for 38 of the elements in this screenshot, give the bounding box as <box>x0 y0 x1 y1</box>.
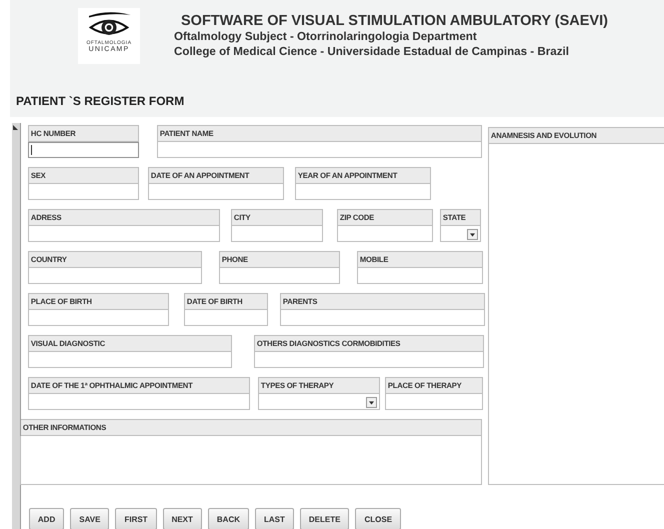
dropdown-field[interactable] <box>440 226 481 242</box>
input-field[interactable] <box>336 226 433 242</box>
text-cursor <box>30 145 32 155</box>
triangle-icon <box>13 125 18 130</box>
form-button[interactable]: FIRST <box>115 508 157 529</box>
input-field[interactable] <box>28 142 139 158</box>
form-button[interactable]: LAST <box>255 508 294 529</box>
subtitle: College of Medical Cience - Universidade Estadual de Campinas - Brazil <box>174 44 570 59</box>
input-field[interactable] <box>230 226 323 242</box>
input-field[interactable] <box>184 310 268 326</box>
text-area[interactable] <box>488 144 664 485</box>
text-area[interactable] <box>20 436 482 485</box>
input-field[interactable] <box>384 394 483 410</box>
input-field[interactable] <box>148 184 284 200</box>
form-button[interactable]: CLOSE <box>355 508 402 529</box>
form-button[interactable]: BACK <box>208 508 250 529</box>
dropdown-field[interactable] <box>258 394 380 410</box>
input-field[interactable] <box>28 268 202 284</box>
input-field[interactable] <box>28 394 250 410</box>
input-field[interactable] <box>28 226 220 242</box>
app-title: SOFTWARE OF VISUAL STIMULATION AMBULATORY (SAEVI) <box>181 13 608 29</box>
form-button[interactable]: NEXT <box>162 508 202 529</box>
input-field[interactable] <box>294 184 431 200</box>
input-field[interactable] <box>156 142 482 158</box>
input-field[interactable] <box>28 352 232 368</box>
input-field[interactable] <box>254 352 484 368</box>
caret-icon[interactable] <box>366 397 377 408</box>
input-field[interactable] <box>218 268 340 284</box>
form-button[interactable]: SAVE <box>70 508 110 529</box>
input-field[interactable] <box>28 184 139 200</box>
form-button[interactable]: DELETE <box>300 508 350 529</box>
form-button[interactable]: ADD <box>28 508 64 529</box>
caret-icon[interactable] <box>466 229 478 240</box>
input-field[interactable] <box>280 310 485 326</box>
input-field[interactable] <box>356 268 483 284</box>
input-field[interactable] <box>28 310 169 326</box>
subtitle: Oftalmology Subject - Otorrinolaringologia Department <box>174 29 478 44</box>
form-title: PATIENT `S REGISTER FORM <box>16 94 184 108</box>
